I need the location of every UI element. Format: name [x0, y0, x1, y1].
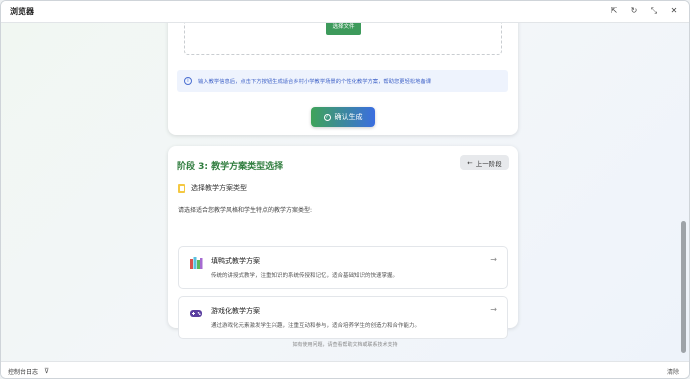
refresh-icon[interactable]: ↻ — [629, 6, 639, 16]
scrollbar-thumb[interactable] — [681, 221, 686, 353]
section-heading: 选择教学方案类型 — [178, 183, 247, 193]
title-bar: 浏览器 ⇱ ↻ ⤡ ✕ — [1, 1, 689, 23]
close-icon[interactable]: ✕ — [669, 6, 679, 16]
stage3-card: 阶段 3: 教学方案类型选择 ← 上一阶段 选择教学方案类型 请选择适合您教学风… — [168, 146, 518, 339]
arrow-left-icon: ← — [467, 158, 473, 167]
console-bar: 控制台日志 ⊽ 清除 — [1, 361, 689, 378]
check-circle-icon: ✓ — [323, 113, 331, 121]
option-description: 传统的讲授式教学，注重知识的系统传授和记忆，适合基础知识的快速掌握。 — [211, 273, 399, 279]
window-title: 浏览器 — [10, 7, 34, 16]
books-icon — [190, 257, 203, 269]
choose-file-button[interactable]: 选择文件 — [326, 23, 361, 35]
confirm-generate-button[interactable]: ✓ 确认生成 — [311, 107, 375, 127]
clipboard-icon — [178, 183, 185, 193]
collapse-icon[interactable]: ⤡ — [649, 6, 659, 16]
info-icon: i — [184, 77, 192, 85]
option-description: 通过游戏化元素激发学生兴趣，注重互动和参与，适合培养学生的创造力和合作能力。 — [211, 323, 421, 329]
gamepad-icon — [190, 310, 202, 317]
stage-title: 阶段 3: 教学方案类型选择 — [177, 162, 284, 172]
pin-icon[interactable]: ⇱ — [609, 6, 619, 16]
arrow-right-icon: → — [490, 305, 497, 314]
upload-card: 选择文件 i 输入教学信息后，点击下方按钮生成适合乡村小学教学场景的个性化教学方… — [168, 23, 518, 135]
option-title: 游戏化教学方案 — [211, 307, 260, 315]
browser-window: 浏览器 ⇱ ↻ ⤡ ✕ 选择文件 i 输入教学信息后，点击下方按钮生成适合乡村小… — [0, 0, 690, 379]
info-banner: i 输入教学信息后，点击下方按钮生成适合乡村小学教学场景的个性化教学方案，帮助您… — [177, 70, 508, 92]
console-log-label[interactable]: 控制台日志 — [8, 367, 38, 376]
clear-button[interactable]: 清除 — [667, 367, 679, 376]
selection-prompt: 请选择适合您教学风格和学生特点的教学方案类型: — [178, 207, 313, 214]
previous-stage-button[interactable]: ← 上一阶段 — [460, 155, 509, 170]
footer-note: 如有使用问题，请查看帮助文档或联系技术支持 — [292, 342, 398, 348]
file-dropzone[interactable]: 选择文件 — [184, 23, 502, 55]
section-subtitle: 选择教学方案类型 — [191, 184, 247, 192]
info-text: 输入教学信息后，点击下方按钮生成适合乡村小学教学场景的个性化教学方案，帮助您更轻… — [198, 79, 432, 85]
option-title: 填鸭式教学方案 — [211, 257, 260, 265]
confirm-generate-label: 确认生成 — [334, 113, 363, 121]
arrow-right-icon: → — [490, 255, 497, 264]
previous-stage-label: 上一阶段 — [475, 159, 502, 168]
option-cramming-plan[interactable]: 填鸭式教学方案 传统的讲授式教学，注重知识的系统传授和记忆，适合基础知识的快速掌… — [178, 246, 508, 289]
window-controls: ⇱ ↻ ⤡ ✕ — [609, 6, 679, 16]
page-content: 选择文件 i 输入教学信息后，点击下方按钮生成适合乡村小学教学场景的个性化教学方… — [1, 23, 689, 361]
filter-icon[interactable]: ⊽ — [44, 367, 49, 375]
scrollbar[interactable] — [681, 25, 686, 359]
option-gamified-plan[interactable]: 游戏化教学方案 通过游戏化元素激发学生兴趣，注重互动和参与，适合培养学生的创造力… — [178, 296, 508, 339]
